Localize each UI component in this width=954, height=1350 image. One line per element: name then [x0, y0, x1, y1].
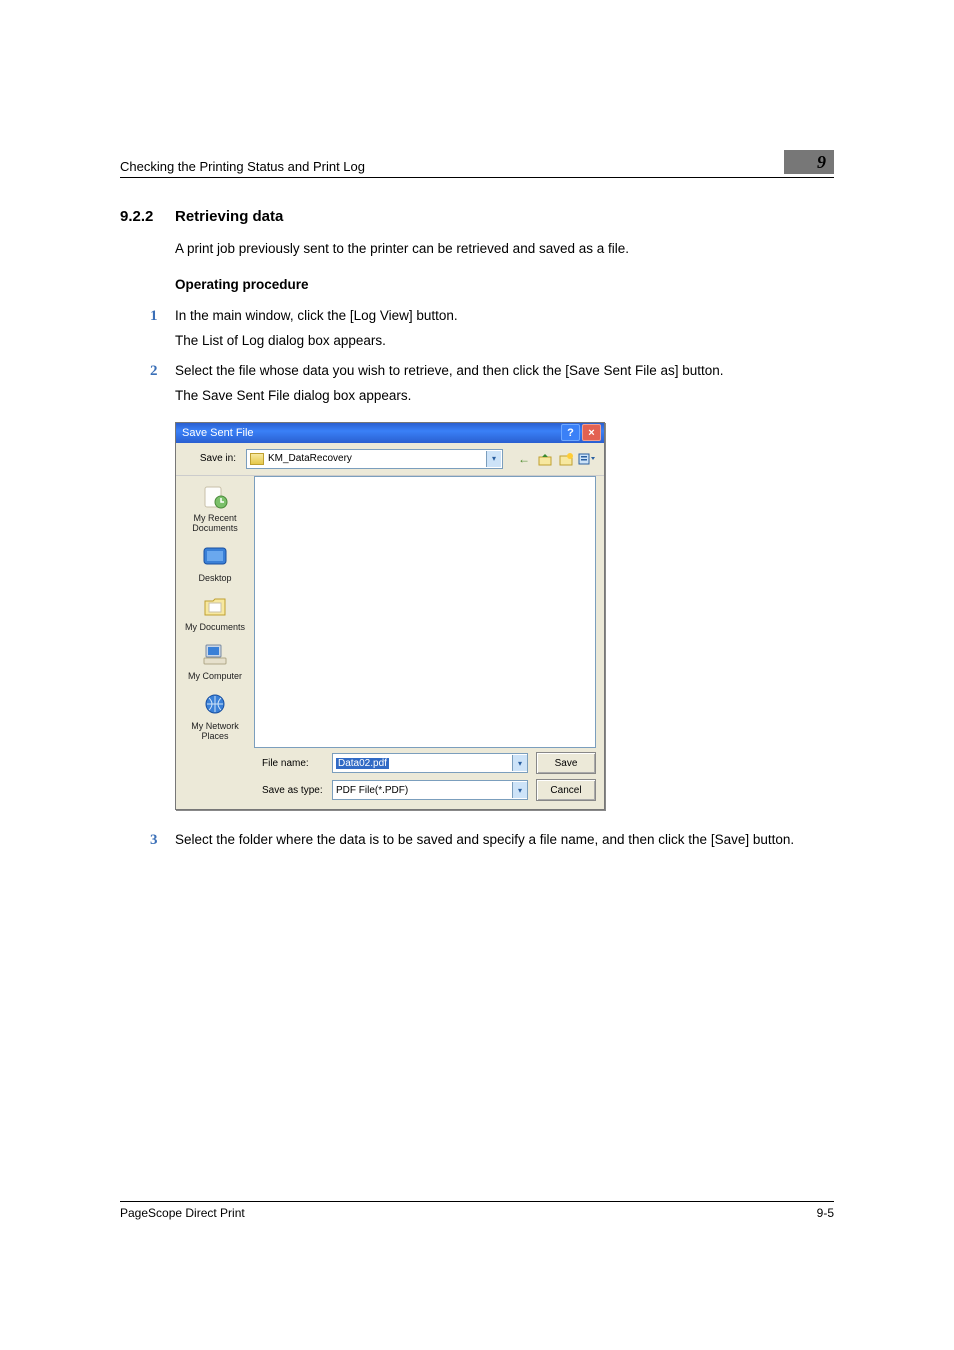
- recent-documents-icon: [199, 483, 231, 511]
- help-button[interactable]: ?: [561, 424, 580, 441]
- save-button[interactable]: Save: [536, 752, 596, 774]
- savein-combo[interactable]: KM_DataRecovery ▾: [246, 449, 503, 469]
- dialog-toolbar: Save in: KM_DataRecovery ▾ ←: [176, 443, 604, 476]
- step-result: The Save Sent File dialog box appears.: [175, 386, 834, 406]
- running-head: Checking the Printing Status and Print L…: [120, 150, 834, 178]
- dialog-titlebar: Save Sent File ? ×: [176, 423, 604, 443]
- filename-field[interactable]: Data02.pdf ▾: [332, 753, 528, 773]
- section-intro: A print job previously sent to the print…: [175, 239, 834, 259]
- filename-label: File name:: [262, 758, 324, 769]
- up-one-level-icon[interactable]: [536, 450, 554, 468]
- step: 1 In the main window, click the [Log Vie…: [150, 306, 834, 351]
- chapter-number: 9: [817, 152, 826, 173]
- close-button[interactable]: ×: [582, 424, 601, 441]
- filetype-value: PDF File(*.PDF): [336, 785, 408, 796]
- place-label: Desktop: [198, 573, 231, 583]
- step-number: 1: [150, 306, 175, 351]
- step-text: Select the folder where the data is to b…: [175, 830, 834, 850]
- save-dialog: Save Sent File ? × Save in: KM_DataRecov…: [175, 422, 605, 810]
- cancel-button[interactable]: Cancel: [536, 779, 596, 801]
- page-footer: PageScope Direct Print 9-5: [120, 1201, 834, 1220]
- place-label: My Computer: [188, 671, 242, 681]
- folder-icon: [250, 453, 264, 465]
- step-number: 2: [150, 361, 175, 406]
- desktop-icon: [199, 543, 231, 571]
- section-heading: 9.2.2Retrieving data: [120, 208, 834, 225]
- filename-value: Data02.pdf: [336, 758, 389, 769]
- place-label: My Network Places: [191, 721, 239, 741]
- savein-value: KM_DataRecovery: [268, 453, 482, 464]
- filetype-field[interactable]: PDF File(*.PDF) ▾: [332, 780, 528, 800]
- back-icon[interactable]: ←: [515, 450, 533, 468]
- dialog-title: Save Sent File: [182, 427, 559, 439]
- chapter-badge: 9: [784, 150, 834, 174]
- place-label: My Documents: [185, 622, 245, 632]
- step-text: In the main window, click the [Log View]…: [175, 306, 834, 326]
- place-mycomputer[interactable]: My Computer: [182, 638, 248, 684]
- my-documents-icon: [199, 592, 231, 620]
- chevron-down-icon: ▾: [512, 755, 527, 771]
- step-text: Select the file whose data you wish to r…: [175, 361, 834, 381]
- footer-left: PageScope Direct Print: [120, 1206, 817, 1220]
- chevron-down-icon: ▾: [486, 451, 501, 467]
- places-bar: My Recent Documents Desktop My Documents: [176, 476, 254, 748]
- savein-label: Save in:: [184, 453, 240, 464]
- step: 2 Select the file whose data you wish to…: [150, 361, 834, 406]
- footer-right: 9-5: [817, 1206, 834, 1220]
- place-desktop[interactable]: Desktop: [182, 540, 248, 586]
- file-listing[interactable]: [254, 476, 596, 748]
- section-title: Retrieving data: [175, 208, 283, 225]
- new-folder-icon[interactable]: [557, 450, 575, 468]
- step-number: 3: [150, 830, 175, 852]
- my-computer-icon: [199, 641, 231, 669]
- step-result: The List of Log dialog box appears.: [175, 331, 834, 351]
- place-recent[interactable]: My Recent Documents: [182, 480, 248, 537]
- views-icon[interactable]: [578, 450, 596, 468]
- filetype-label: Save as type:: [262, 785, 324, 796]
- section-number: 9.2.2: [120, 208, 175, 225]
- network-places-icon: [199, 691, 231, 719]
- place-label: My Recent Documents: [192, 513, 238, 533]
- place-mydocs[interactable]: My Documents: [182, 589, 248, 635]
- procedure-subhead: Operating procedure: [175, 277, 834, 292]
- chevron-down-icon: ▾: [512, 782, 527, 798]
- step: 3 Select the folder where the data is to…: [150, 830, 834, 852]
- place-network[interactable]: My Network Places: [182, 688, 248, 745]
- running-head-title: Checking the Printing Status and Print L…: [120, 159, 784, 174]
